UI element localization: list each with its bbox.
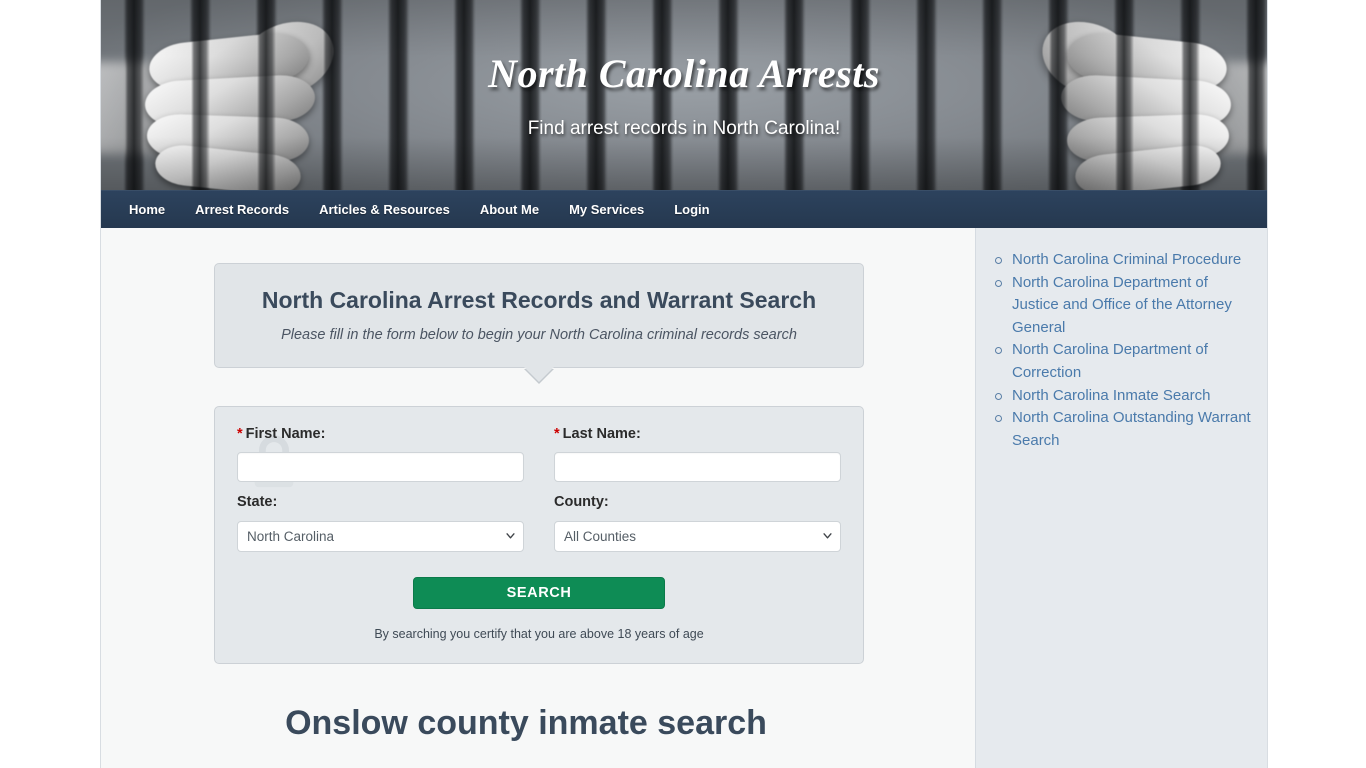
list-item: North Carolina Department of Correction (995, 339, 1251, 384)
hand-gripping-bars-left-icon (101, 8, 369, 190)
site-wrapper: North Carolina Arrests Find arrest recor… (100, 0, 1268, 768)
county-label: County: (554, 494, 609, 511)
list-item: North Carolina Inmate Search (995, 385, 1251, 408)
nav-item-login[interactable]: Login (659, 192, 724, 227)
search-widget-heading: North Carolina Arrest Records and Warran… (261, 287, 817, 313)
main-column: North Carolina Arrest Records and Warran… (101, 228, 975, 768)
sidebar-link-department-of-justice[interactable]: North Carolina Department of Justice and… (1012, 274, 1232, 336)
state-select[interactable]: North Carolina (237, 520, 524, 552)
first-name-label: * First Name: (237, 425, 524, 442)
required-marker: * (554, 425, 560, 442)
last-name-label: * Last Name: (554, 425, 841, 442)
page-title: Onslow county inmate search (285, 703, 767, 742)
sidebar-link-outstanding-warrant-search[interactable]: North Carolina Outstanding Warrant Searc… (1012, 409, 1251, 449)
first-name-field-group: * First Name: (237, 425, 524, 483)
county-select[interactable]: All Counties (554, 520, 841, 552)
speech-bubble-tail-icon (524, 366, 554, 382)
search-form-grid: * First Name: * Last Name: State: North … (237, 425, 841, 552)
age-disclaimer: By searching you certify that you are ab… (374, 626, 704, 641)
state-field-group: State: North Carolina (237, 495, 524, 552)
county-select-wrapper: All Counties (554, 520, 841, 552)
list-item: North Carolina Outstanding Warrant Searc… (995, 407, 1251, 452)
content-row: North Carolina Arrest Records and Warran… (101, 228, 1267, 768)
sidebar-link-inmate-search[interactable]: North Carolina Inmate Search (1012, 387, 1210, 404)
first-name-label-text: First Name: (245, 425, 326, 442)
search-widget-subheading: Please fill in the form below to begin y… (281, 326, 797, 343)
search-form-panel: * First Name: * Last Name: State: North … (214, 405, 864, 664)
nav-item-arrest-records[interactable]: Arrest Records (180, 192, 304, 227)
last-name-field-group: * Last Name: (554, 425, 841, 483)
state-select-wrapper: North Carolina (237, 520, 524, 552)
nav-item-home[interactable]: Home (114, 192, 180, 227)
list-item: North Carolina Criminal Procedure (995, 249, 1251, 272)
list-item: North Carolina Department of Justice and… (995, 272, 1251, 340)
sidebar-link-criminal-procedure[interactable]: North Carolina Criminal Procedure (1012, 251, 1241, 268)
nav-item-my-services[interactable]: My Services (554, 192, 659, 227)
sidebar: North Carolina Criminal Procedure North … (975, 228, 1267, 768)
main-navigation: Home Arrest Records Articles & Resources… (101, 190, 1267, 228)
search-button[interactable]: SEARCH (413, 576, 665, 609)
state-label: State: (237, 494, 278, 511)
last-name-label-text: Last Name: (562, 425, 641, 442)
county-field-group: County: All Counties (554, 495, 841, 552)
site-banner: North Carolina Arrests Find arrest recor… (101, 0, 1267, 190)
sidebar-link-list: North Carolina Criminal Procedure North … (990, 249, 1251, 452)
last-name-input[interactable] (554, 452, 841, 483)
first-name-input[interactable] (237, 452, 524, 483)
form-row-spacer (237, 482, 841, 495)
page-root: North Carolina Arrests Find arrest recor… (0, 0, 1366, 768)
sidebar-link-department-of-correction[interactable]: North Carolina Department of Correction (1012, 341, 1208, 381)
nav-item-about-me[interactable]: About Me (465, 192, 554, 227)
nav-item-articles-resources[interactable]: Articles & Resources (304, 192, 465, 227)
hand-gripping-bars-right-icon (1007, 8, 1267, 190)
search-button-row: SEARCH (237, 576, 841, 609)
required-marker: * (237, 425, 243, 442)
search-widget-header: North Carolina Arrest Records and Warran… (214, 263, 864, 382)
